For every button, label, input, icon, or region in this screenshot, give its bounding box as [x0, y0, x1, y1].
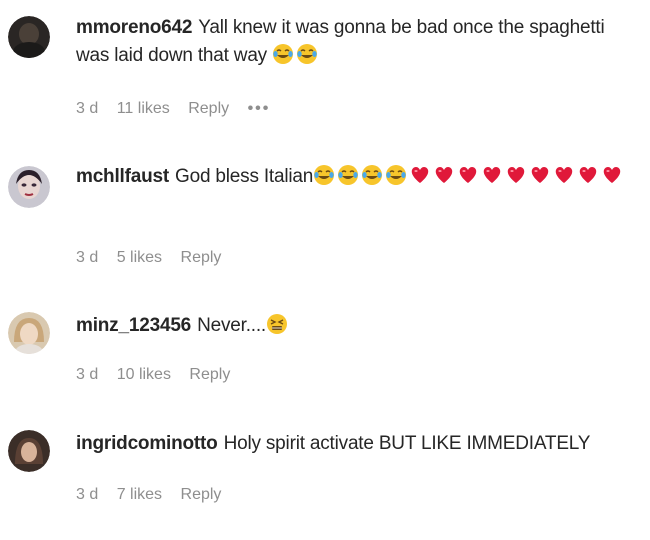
comment-body: Holy spirit activate BUT LIKE IMMEDIATEL… — [223, 433, 591, 454]
comment-body: Never.... — [197, 315, 267, 336]
red-heart-emoji-icon — [577, 164, 599, 186]
username[interactable]: minz_123456 — [76, 315, 191, 336]
red-heart-emoji-icon — [433, 164, 455, 186]
tears-of-joy-emoji-icon — [272, 43, 294, 65]
likes-count[interactable]: 11 likes — [117, 100, 170, 117]
red-heart-emoji-icon — [409, 164, 431, 186]
avatar[interactable] — [8, 430, 50, 472]
comment-text: minz_123456 Never.... — [76, 312, 642, 340]
avatar[interactable] — [8, 312, 50, 354]
avatar[interactable] — [8, 166, 50, 208]
comment-text: ingridcominotto Holy spirit activate BUT … — [76, 430, 642, 458]
red-heart-emoji-icon — [481, 164, 503, 186]
comment-meta: 3 d 10 likes Reply — [76, 366, 244, 384]
red-heart-emoji-icon — [529, 164, 551, 186]
tears-of-joy-emoji-icon — [361, 164, 383, 186]
timestamp: 3 d — [76, 486, 99, 503]
tears-of-joy-emoji-icon — [296, 43, 318, 65]
red-heart-emoji-icon — [457, 164, 479, 186]
username[interactable]: mmoreno642 — [76, 17, 192, 38]
timestamp: 3 d — [76, 100, 99, 117]
comment-text: mchllfaust God bless Italian — [76, 163, 642, 191]
red-heart-emoji-icon — [601, 164, 623, 186]
reply-button[interactable]: Reply — [189, 366, 230, 383]
reply-button[interactable]: Reply — [188, 100, 229, 117]
comment-text: mmoreno642 Yall knew it was gonna be bad … — [76, 14, 642, 70]
comment-meta: 3 d 5 likes Reply — [76, 249, 235, 267]
more-options-icon[interactable]: ••• — [248, 100, 271, 117]
reply-button[interactable]: Reply — [181, 249, 222, 266]
comment-body: God bless Italian — [175, 166, 314, 187]
likes-count[interactable]: 5 likes — [117, 249, 162, 266]
timestamp: 3 d — [76, 249, 99, 266]
tears-of-joy-emoji-icon — [385, 164, 407, 186]
comment-meta: 3 d 7 likes Reply — [76, 486, 235, 504]
tears-of-joy-emoji-icon — [337, 164, 359, 186]
reply-button[interactable]: Reply — [181, 486, 222, 503]
username[interactable]: mchllfaust — [76, 166, 169, 187]
tears-of-joy-emoji-icon — [313, 164, 335, 186]
timestamp: 3 d — [76, 366, 99, 383]
red-heart-emoji-icon — [505, 164, 527, 186]
comment-meta: 3 d 11 likes Reply ••• — [76, 100, 284, 118]
likes-count[interactable]: 10 likes — [117, 366, 171, 383]
username[interactable]: ingridcominotto — [76, 433, 218, 454]
likes-count[interactable]: 7 likes — [117, 486, 162, 503]
red-heart-emoji-icon — [553, 164, 575, 186]
persevering-face-emoji-icon — [266, 313, 288, 335]
avatar[interactable] — [8, 16, 50, 58]
